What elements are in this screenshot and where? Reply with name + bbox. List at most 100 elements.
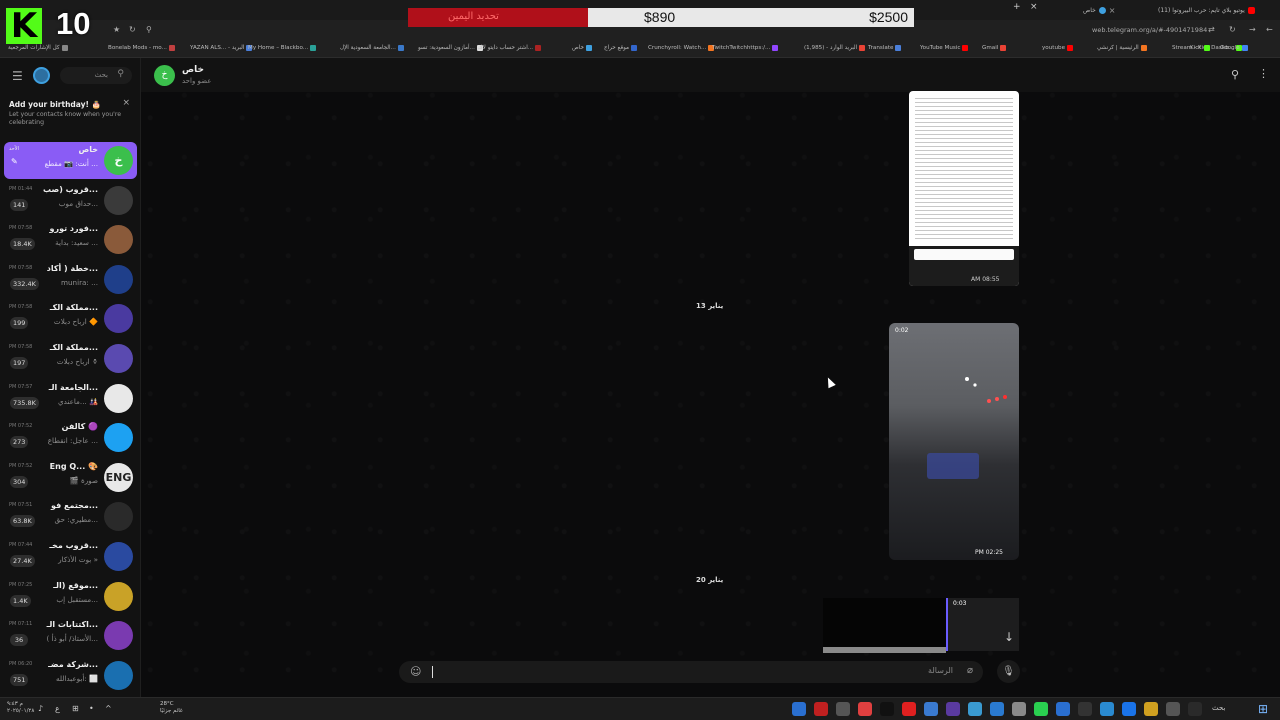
chat-list-item[interactable]: موقع (الـ... مستقبل إب... PM 07:25 1.4K [4,578,137,615]
birthday-banner[interactable]: Add your birthday! 🎂 Let your contacts k… [4,96,137,136]
chat-list-item[interactable]: قروب (صب... حداق موب... PM 01:44 141 [4,182,137,219]
bookmark-item[interactable]: Gmail [982,45,1007,51]
share-icon[interactable]: ⇄ [1208,25,1215,34]
bookmark-item[interactable]: Translate [868,45,902,51]
taskbar-app-icon[interactable] [792,702,806,716]
chat-title: قروب مخـ... [49,541,98,550]
chat-list-item[interactable]: مملكة الكـ... ارباح دبلات ⚱ PM 07:58 197 [4,340,137,377]
video-message[interactable]: 0:02 PM 02:25 [889,323,1019,560]
taskbar-app-icon[interactable] [946,702,960,716]
bookmark-item[interactable]: موقع حراج [604,45,638,51]
taskbar-clock[interactable]: م ٩:٤٣ ٢٠٢٥/٠١/٢٨ [7,701,34,715]
search-icon[interactable]: ⚲ [146,25,152,34]
chat-list-item[interactable]: اكتتابات الـ... ( الأستاذ/ أبو ذأ... PM 07… [4,617,137,654]
chat-list-item[interactable]: مجتمع فو... مطيري: حق... PM 07:51 63.8K [4,498,137,535]
taskbar-app-icon[interactable] [1144,702,1158,716]
chat-list-item[interactable]: خطة ( أكاد... munira: ... PM 07:58 332.4K [4,261,137,298]
more-icon[interactable]: ⋮ [1258,67,1269,80]
bookmark-item[interactable]: Google [1220,45,1248,51]
weather-widget[interactable]: 28°C غائم جزئيًا [160,701,183,715]
taskbar-app-icon[interactable] [1056,702,1070,716]
bookmark-item[interactable]: TwitchTwitchhttps:/... [712,45,779,51]
taskbar-app-icon[interactable] [968,702,982,716]
menu-icon[interactable]: ☰ [12,69,23,83]
taskbar-app-icon[interactable] [1188,702,1202,716]
bookmark-item[interactable]: My Home – Blackbo... [248,45,317,51]
tab-private-chat[interactable]: خاص × [1083,3,1145,17]
taskbar-app-icon[interactable] [1078,702,1092,716]
reload-icon[interactable]: ↻ [129,25,136,34]
close-icon[interactable]: × [122,98,130,108]
chat-list-item[interactable]: كالفن 🟣 عاجل: انقطاع ... PM 07:52 273 [4,419,137,456]
chat-area: خ خاص عضو واحد ⚲ ⋮ AM 08:55 13 يناير 0:0… [141,58,1280,697]
forward-icon[interactable]: ← [1266,25,1273,34]
taskbar-app-icon[interactable] [1166,702,1180,716]
search-icon[interactable]: ⚲ [1231,68,1239,81]
chat-title: شركة مضـ... [48,659,98,669]
chat-list-item[interactable]: مملكة الكـ... ارباح دبلات 🔶 PM 07:58 199 [4,300,137,337]
bookmark-item[interactable]: الرئيسية | كرنشي [1097,45,1147,51]
taskbar-app-icon[interactable] [858,702,872,716]
chat-title: مملكة الكـ... [49,303,98,313]
search-input[interactable]: بحث ⚲ [60,67,132,84]
taskbar-search[interactable]: بحث [1212,704,1225,712]
chat-avatar [104,383,133,413]
chat-avatar[interactable]: خ [154,65,175,86]
chevron-up-icon[interactable]: ^ [105,704,112,713]
bookmark-item[interactable]: YouTube Music [920,45,969,51]
language-indicator[interactable]: ع [55,704,60,713]
refresh-icon[interactable]: ↻ [1229,25,1236,34]
chat-list-item[interactable]: الجامعة الـ... ماعندي... 🎎 PM 07:57 735.8K [4,380,137,417]
tab-title: خاص [1083,6,1096,14]
back-icon[interactable]: → [1249,25,1256,34]
tab-youtube[interactable]: (11) يوتيو بلاي تايم: حرب البيروتوا [1158,3,1260,17]
bookmark-item[interactable]: youtube [1042,45,1074,51]
story-avatar[interactable] [33,67,50,84]
emoji-icon[interactable]: ☺ [410,665,421,678]
scroll-down-icon[interactable]: ↓ [1004,630,1014,644]
address-bar[interactable]: web.telegram.org/a/#-4901471984 [1092,26,1207,34]
video-scrubber[interactable] [823,647,946,653]
taskbar-app-icon[interactable] [880,702,894,716]
bookmark-favicon-icon [1241,45,1248,51]
taskbar-app-icon[interactable] [836,702,850,716]
taskbar-app-icon[interactable] [1034,702,1048,716]
new-tab-icon[interactable]: + [1013,2,1021,12]
network-icon[interactable]: ⊞ [72,704,79,713]
taskbar-app-icon[interactable] [1012,702,1026,716]
taskbar-app-icon[interactable] [924,702,938,716]
bookmark-item[interactable]: Crunchyroll: Watch... [648,45,715,51]
chat-list-item[interactable]: فورد تورو... سعيد: بداية ... PM 07:58 18.4K [4,221,137,258]
bookmark-item[interactable]: YAZAN ALS... - البريد [190,45,253,51]
image-message[interactable]: AM 08:55 [909,91,1019,286]
bookmark-item[interactable]: أمازون السعودية: تسو... [418,45,483,51]
microphone-button[interactable]: 🎙 [997,660,1020,683]
close-icon[interactable]: × [1109,6,1116,15]
star-icon[interactable]: ★ [113,25,120,34]
bookmark-item[interactable]: Bonelab Mods - mo... [108,45,175,51]
video-thumbnail[interactable] [823,598,946,651]
taskbar-app-icon[interactable] [990,702,1004,716]
bookmark-item[interactable]: اشتر حساب دايتو لاك... [478,45,542,51]
chat-list-item[interactable]: قروب مخـ... بوت الأذكار » PM 07:44 27.4K [4,538,137,575]
chat-preview: أنت: 📷 مقطع ... [44,159,98,168]
mic-icon[interactable]: • [89,704,94,713]
bookmark-item[interactable]: (1,985) - البريد الوارد [804,45,866,51]
message-composer[interactable]: ☺ الرسالة ⌀ [399,661,983,683]
bookmark-item[interactable]: خاص [572,45,592,51]
taskbar-app-icon[interactable] [1122,702,1136,716]
chat-list-item[interactable]: شركة مضـ... أبوعبدالله: ⬜ PM 06:20 751 [4,657,137,694]
attach-icon[interactable]: ⌀ [967,665,973,676]
close-tab-icon[interactable]: × [1030,2,1038,12]
goal-current: $890 [644,9,676,25]
chat-list-item[interactable]: ENG Eng Q... 🎨 🎬 صورة PM 07:52 304 [4,459,137,496]
speaker-icon[interactable]: ♪ [38,704,43,713]
taskbar-app-icon[interactable] [1100,702,1114,716]
taskbar-app-icon[interactable] [814,702,828,716]
bookmark-item[interactable]: الجامعة السعودية الإل... [340,45,404,51]
chat-header[interactable]: خ خاص عضو واحد ⚲ ⋮ [141,58,1280,92]
bookmark-item[interactable]: Kick [1190,45,1210,51]
windows-start-icon[interactable]: ⊞ [1258,702,1268,716]
taskbar-app-icon[interactable] [902,702,916,716]
chat-list-item[interactable]: خ خاص أنت: 📷 مقطع ... الأحد ✎ [4,142,137,179]
